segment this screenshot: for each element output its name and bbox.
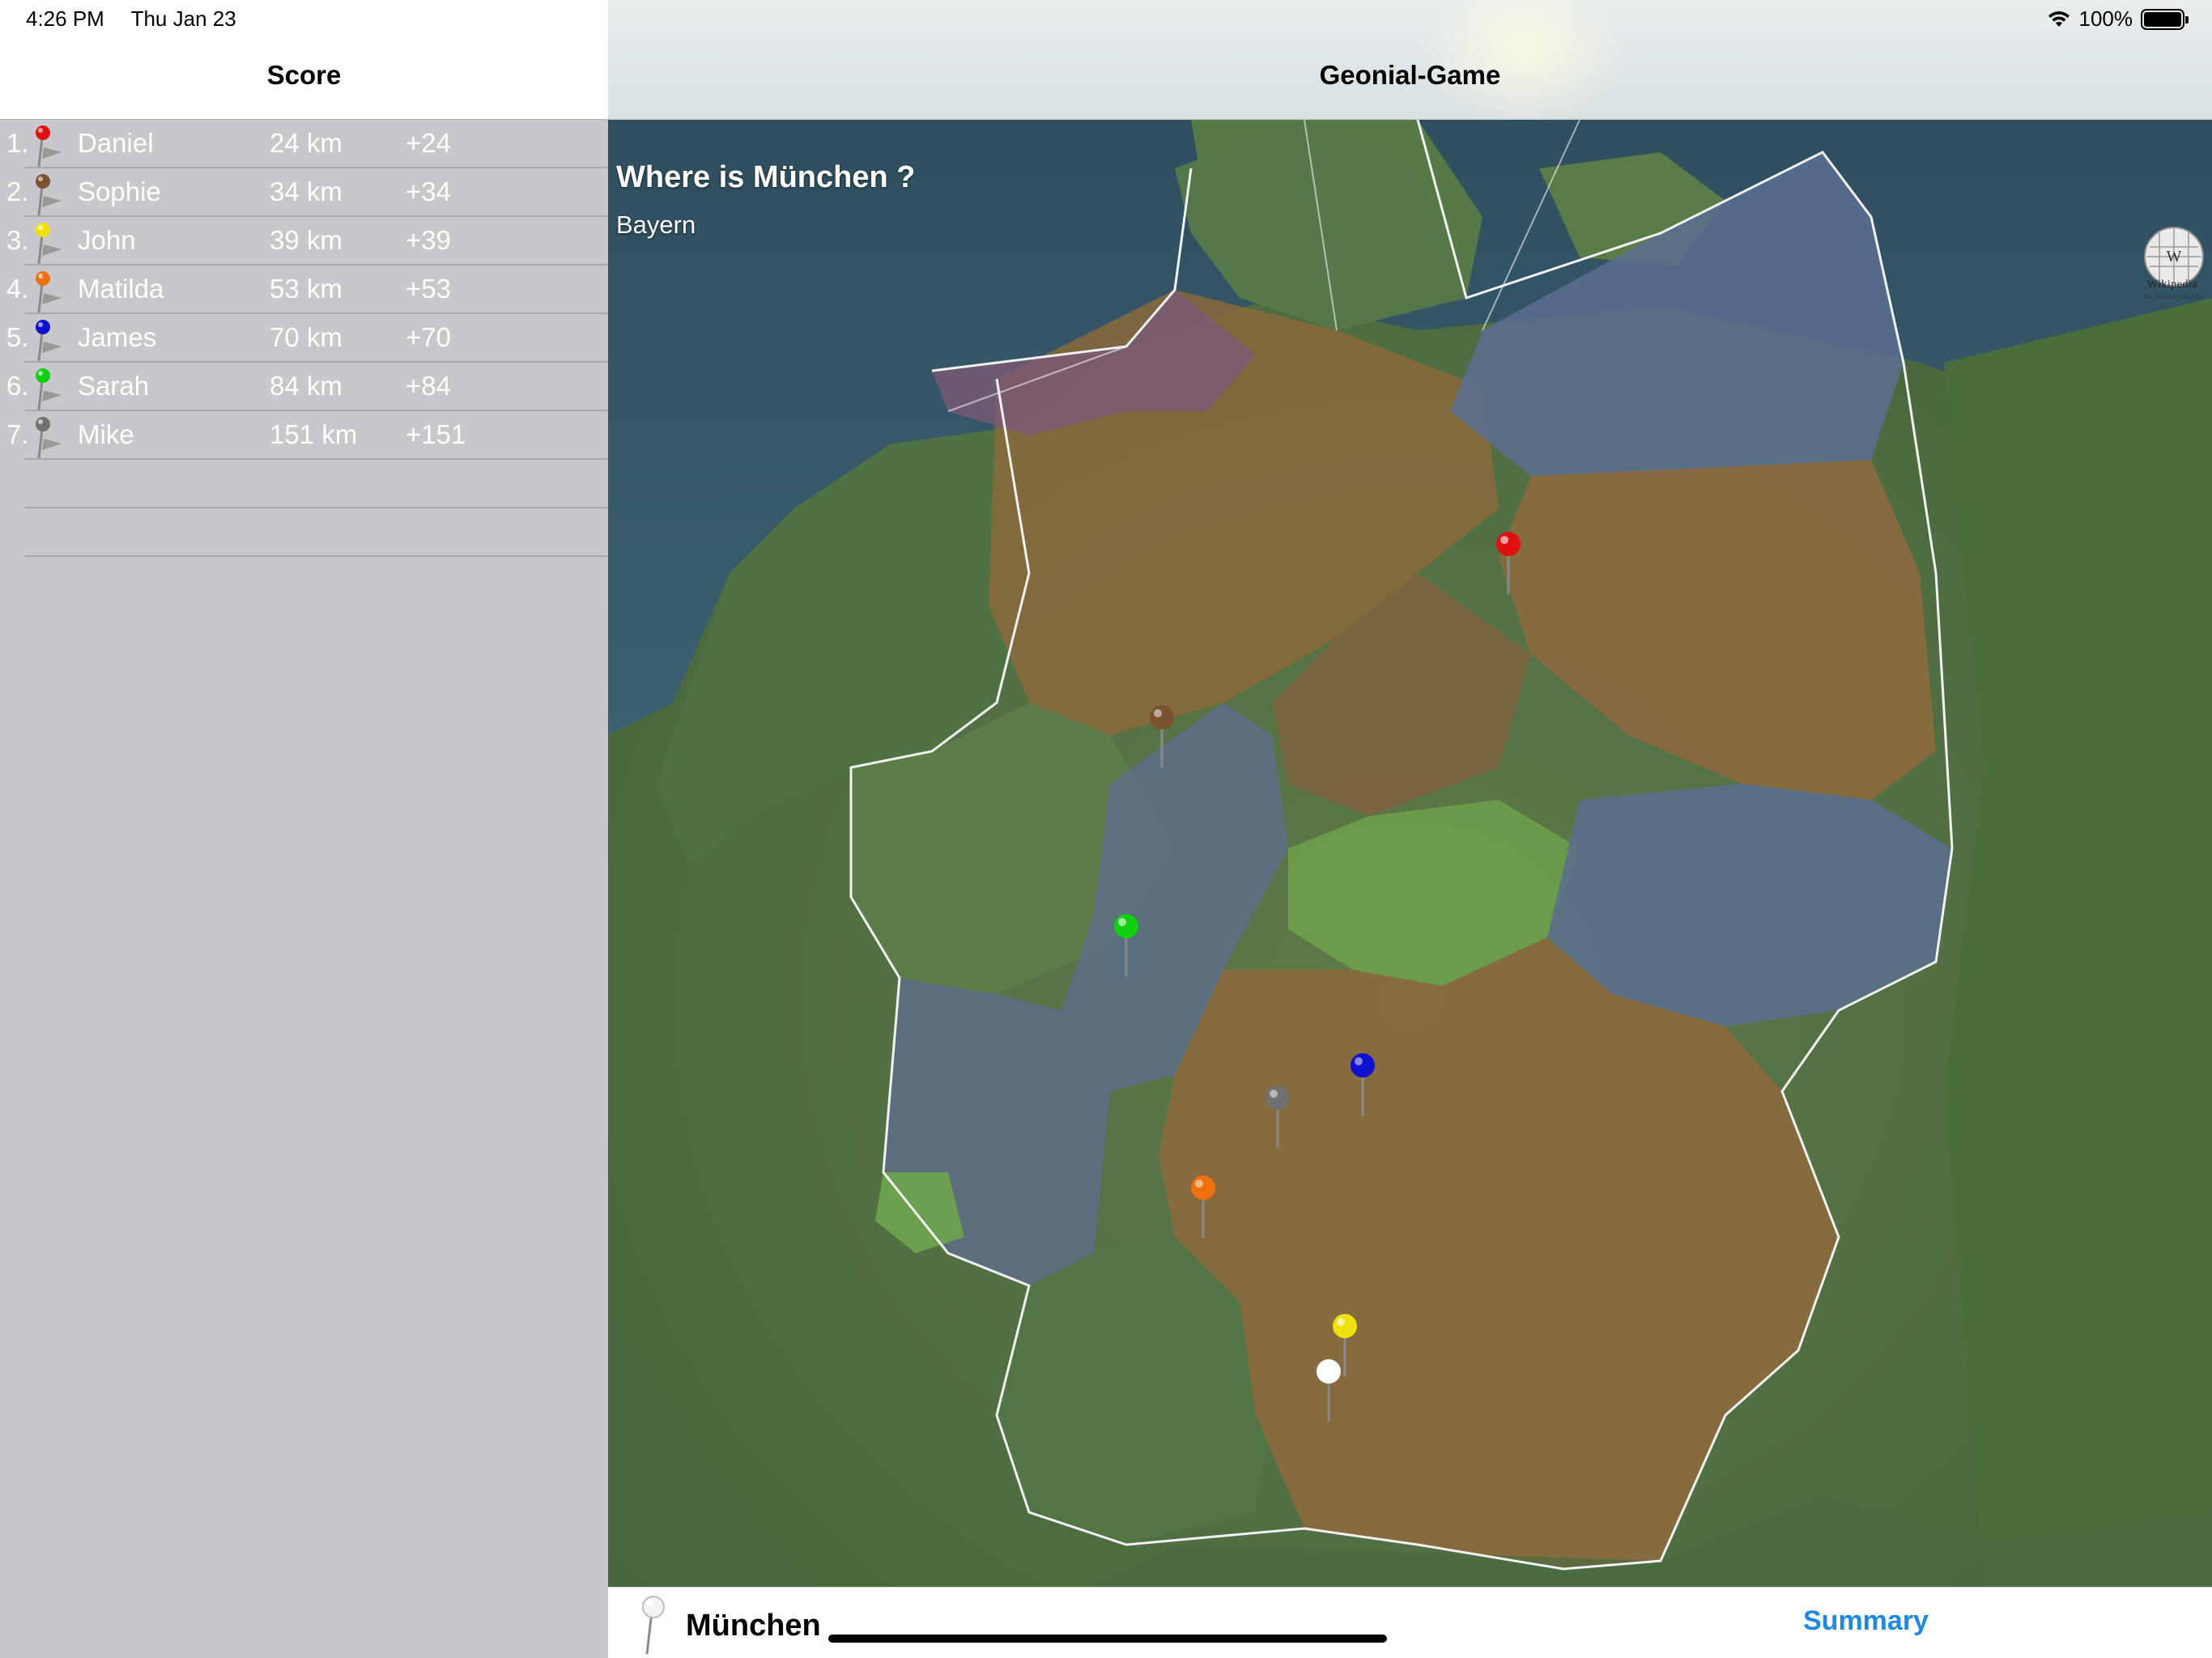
- player-distance: 70 km: [270, 322, 342, 352]
- map-pin-james: [1351, 1053, 1375, 1116]
- region-hint: Bayern: [616, 210, 696, 239]
- current-city: München: [686, 1609, 821, 1643]
- player-distance: 53 km: [270, 274, 342, 304]
- map-pin-sarah: [1114, 914, 1138, 976]
- player-distance: 39 km: [270, 225, 342, 255]
- score-rank: 3.: [6, 225, 29, 255]
- map-pin-matilda: [1191, 1175, 1215, 1238]
- wikipedia-wordmark: Wikipedia: [2146, 278, 2198, 291]
- wifi-icon: [2048, 11, 2069, 27]
- home-indicator[interactable]: [828, 1635, 1387, 1643]
- score-list: 1. Daniel 24 km +24 2. Sophie 34 km +34 3. John 39…: [0, 120, 608, 557]
- score-row: 6. Sarah 84 km +84: [0, 363, 608, 411]
- pin-icon: [36, 368, 62, 410]
- score-rank: 7.: [6, 419, 29, 449]
- player-name: Sarah: [78, 371, 150, 401]
- player-points: +34: [406, 176, 451, 206]
- pin-icon: [36, 174, 62, 216]
- map-pin-target: [1317, 1359, 1341, 1422]
- score-rank: 6.: [6, 371, 29, 401]
- player-points: +39: [406, 225, 451, 255]
- score-row: 5. James 70 km +70: [0, 314, 608, 363]
- status-bar: 4:26 PM Thu Jan 23 100%: [0, 0, 2212, 37]
- pin-icon: [36, 417, 62, 459]
- player-distance: 84 km: [270, 371, 342, 401]
- score-rank: 5.: [6, 322, 29, 352]
- player-distance: 151 km: [270, 419, 358, 449]
- pin-icon: [36, 271, 62, 313]
- pin-icon: [36, 125, 62, 168]
- pin-icon: [36, 223, 62, 265]
- empty-score-row: [0, 460, 608, 508]
- score-rank: 4.: [6, 274, 29, 304]
- game-panel: Geonial-Game Where is München ? Bayern W…: [608, 0, 2212, 1658]
- battery-percent: 100%: [2078, 6, 2133, 31]
- map-view[interactable]: Where is München ? Bayern W Wikipedia Th…: [608, 120, 2212, 1587]
- svg-text:W: W: [2167, 248, 2182, 266]
- player-name: Mike: [78, 419, 134, 449]
- pin-icon: [642, 1596, 665, 1655]
- map-pin-daniel: [1496, 532, 1521, 594]
- player-name: Matilda: [78, 274, 164, 304]
- player-points: +84: [406, 371, 451, 401]
- map-image: [608, 120, 2212, 1587]
- player-distance: 34 km: [270, 176, 342, 206]
- status-date: Thu Jan 23: [130, 6, 236, 31]
- score-title: Score: [266, 60, 342, 90]
- score-panel: Score 1. Daniel 24 km +24 2. Sophie 34 km +34 3.…: [0, 0, 608, 1658]
- score-rank: 1.: [6, 128, 29, 158]
- pin-icon: [36, 320, 62, 362]
- status-time: 4:26 PM: [26, 6, 104, 31]
- wikipedia-tagline: The Free Encyclopedia: [2142, 293, 2203, 300]
- player-name: Daniel: [78, 128, 154, 158]
- map-pin-mike: [1266, 1086, 1290, 1148]
- battery-icon: [2141, 8, 2189, 30]
- score-row: 7. Mike 151 km +151: [0, 411, 608, 460]
- map-pin-sophie: [1150, 705, 1174, 767]
- question-text: Where is München ?: [616, 160, 916, 194]
- player-points: +53: [406, 274, 451, 304]
- score-row: 4. Matilda 53 km +53: [0, 266, 608, 314]
- score-rank: 2.: [6, 176, 29, 206]
- player-points: +70: [406, 322, 451, 352]
- player-name: James: [78, 322, 157, 352]
- score-row: 1. Daniel 24 km +24: [0, 120, 608, 168]
- empty-score-row: [0, 508, 608, 557]
- score-row: 2. Sophie 34 km +34: [0, 168, 608, 217]
- game-title: Geonial-Game: [1319, 60, 1501, 90]
- score-row: 3. John 39 km +39: [0, 217, 608, 266]
- player-distance: 24 km: [270, 128, 342, 158]
- player-points: +24: [406, 128, 451, 158]
- player-points: +151: [406, 419, 466, 449]
- summary-button[interactable]: Summary: [1803, 1605, 1929, 1637]
- player-name: John: [78, 225, 136, 255]
- player-name: Sophie: [78, 176, 161, 206]
- bottom-toolbar: München Summary: [608, 1587, 2212, 1658]
